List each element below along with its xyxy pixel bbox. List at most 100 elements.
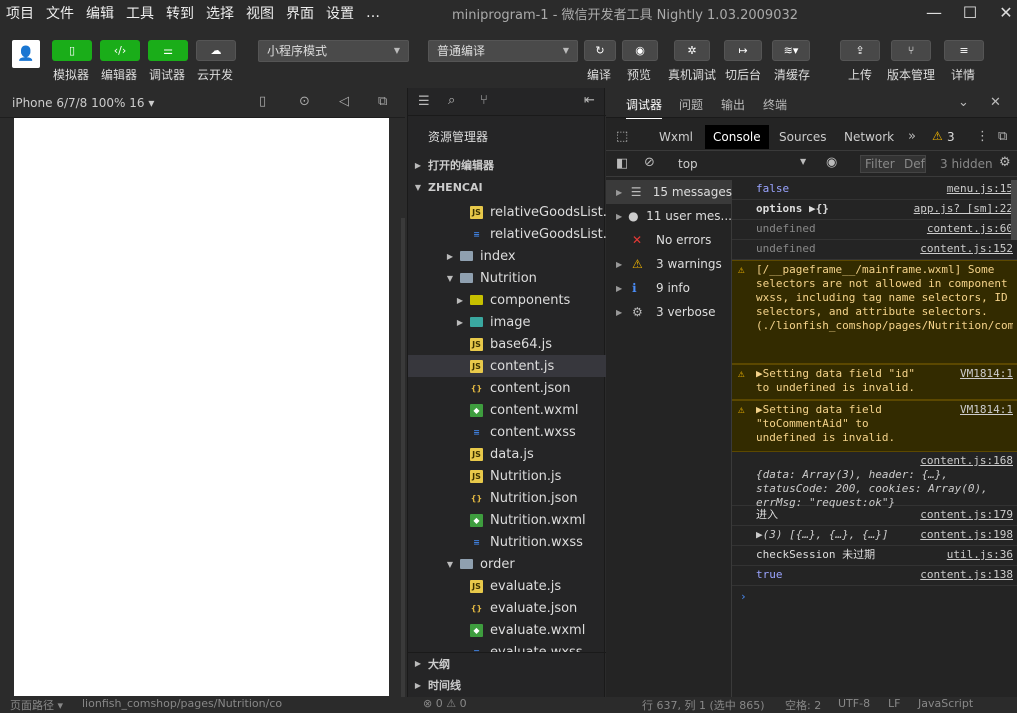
warning-count[interactable]: 3 xyxy=(947,130,955,144)
phone-icon[interactable]: ▯ xyxy=(259,94,266,109)
file-item[interactable]: {} Nutrition.json xyxy=(408,487,606,509)
tab-sources[interactable]: Sources xyxy=(771,125,834,149)
file-item[interactable]: ≡ content.wxss xyxy=(408,421,606,443)
folder-item[interactable]: ▶ index xyxy=(408,245,606,267)
close-window-icon[interactable]: ✕ xyxy=(991,2,1017,24)
source-link[interactable]: content.js:179 xyxy=(920,508,1013,522)
simulator-button[interactable]: ▯ xyxy=(52,40,92,61)
console-prompt[interactable]: › xyxy=(732,588,1017,606)
sidebar-toggle-icon[interactable]: ◧ xyxy=(616,156,628,171)
record-icon[interactable]: ⊙ xyxy=(299,94,310,109)
branch-icon[interactable]: ⑂ xyxy=(480,93,488,108)
source-link[interactable]: VM1814:1 xyxy=(960,367,1013,381)
avatar[interactable]: 👤 xyxy=(12,40,40,68)
source-link[interactable]: content.js:60 xyxy=(927,222,1013,236)
file-item[interactable]: ◆ content.wxml xyxy=(408,399,606,421)
compile-button[interactable]: ↻ xyxy=(584,40,616,61)
file-item[interactable]: ≡ Nutrition.wxss xyxy=(408,531,606,553)
mode-select[interactable]: 小程序模式 ▼ xyxy=(258,40,409,62)
level-select[interactable]: Def xyxy=(904,157,925,171)
tab-wxml[interactable]: Wxml xyxy=(651,125,701,149)
phone-screen[interactable] xyxy=(14,118,389,696)
search-icon[interactable]: ⌕ xyxy=(448,93,455,108)
console-message[interactable]: 进入 content.js:179 xyxy=(732,506,1017,526)
encoding[interactable]: UTF-8 xyxy=(838,697,870,710)
console-message[interactable]: undefined content.js:152 xyxy=(732,240,1017,260)
source-link[interactable]: content.js:168 xyxy=(920,454,1013,468)
console-message[interactable]: options ▶{} app.js? [sm]:22 xyxy=(732,200,1017,220)
file-item[interactable]: ◆ Nutrition.wxml xyxy=(408,509,606,531)
popout-icon[interactable]: ⧉ xyxy=(378,94,387,109)
console-message[interactable]: true content.js:138 xyxy=(732,566,1017,586)
editor-button[interactable]: ‹/› xyxy=(100,40,140,61)
device-select[interactable]: iPhone 6/7/8 100% 16 ▾ xyxy=(12,96,154,110)
more-tabs-icon[interactable]: » xyxy=(908,129,916,144)
collapse-icon[interactable]: ⇤ xyxy=(584,93,595,108)
menu-edit[interactable]: 编辑 xyxy=(80,3,120,23)
tab-terminal[interactable]: 终端 xyxy=(763,96,787,113)
eye-icon[interactable]: ◉ xyxy=(826,155,837,170)
details-button[interactable]: ≡ xyxy=(944,40,984,61)
chevron-down-icon[interactable]: ▼ xyxy=(800,157,806,166)
source-link[interactable]: VM1814:1 xyxy=(960,403,1013,417)
debugger-button[interactable]: ⚌ xyxy=(148,40,188,61)
source-link[interactable]: menu.js:15 xyxy=(947,182,1013,196)
project-section[interactable]: ▼ ZHENCAI xyxy=(408,176,606,198)
console-warning[interactable]: ⚠ [/__pageframe__/mainframe.wxml] Some se… xyxy=(732,260,1017,364)
inspect-icon[interactable]: ⬚ xyxy=(616,129,628,144)
menu-file[interactable]: 文件 xyxy=(40,3,80,23)
list-icon[interactable]: ☰ xyxy=(418,94,430,109)
menu-goto[interactable]: 转到 xyxy=(160,3,200,23)
tab-network[interactable]: Network xyxy=(836,125,902,149)
problems-count[interactable]: ⊗ 0 ⚠ 0 xyxy=(423,697,467,710)
open-editors-section[interactable]: ▶ 打开的编辑器 xyxy=(408,154,606,176)
source-link[interactable]: content.js:198 xyxy=(920,528,1013,542)
source-link[interactable]: content.js:138 xyxy=(920,568,1013,582)
tab-problems[interactable]: 问题 xyxy=(679,96,703,113)
menu-interface[interactable]: 界面 xyxy=(280,3,320,23)
file-item[interactable]: ◆ evaluate.wxml xyxy=(408,619,606,641)
menu-select[interactable]: 选择 xyxy=(200,3,240,23)
eol[interactable]: LF xyxy=(888,697,900,710)
folder-item[interactable]: ▶ components xyxy=(408,289,606,311)
dock-icon[interactable]: ⧉ xyxy=(998,129,1007,144)
file-item[interactable]: {} content.json xyxy=(408,377,606,399)
remote-debug-button[interactable]: ✲ xyxy=(674,40,710,61)
source-link[interactable]: app.js? [sm]:22 xyxy=(914,202,1013,216)
background-button[interactable]: ↦ xyxy=(724,40,762,61)
gear-icon[interactable]: ⚙ xyxy=(999,155,1011,170)
menu-project[interactable]: 项目 xyxy=(0,3,40,23)
file-item[interactable]: ≡ relativeGoodsList... xyxy=(408,223,606,245)
kebab-icon[interactable]: ⋮ xyxy=(976,129,989,144)
console-message[interactable]: false menu.js:15 xyxy=(732,180,1017,200)
sound-icon[interactable]: ◁ xyxy=(339,94,349,109)
close-icon[interactable]: ✕ xyxy=(990,95,1001,110)
console-warning[interactable]: ⚠ ▶Setting data field "id" to undefined i… xyxy=(732,364,1017,400)
cloud-button[interactable]: ☁ xyxy=(196,40,236,61)
folder-item[interactable]: ▶ image xyxy=(408,311,606,333)
tab-debugger[interactable]: 调试器 xyxy=(626,96,663,119)
upload-button[interactable]: ⇪ xyxy=(840,40,880,61)
outline-section[interactable]: ▶ 大纲 xyxy=(408,652,606,674)
clear-cache-button[interactable]: ≋▾ xyxy=(772,40,810,61)
context-select[interactable]: top xyxy=(678,157,698,171)
scrollbar[interactable] xyxy=(401,218,405,698)
file-item[interactable]: JS Nutrition.js xyxy=(408,465,606,487)
file-item[interactable]: JS data.js xyxy=(408,443,606,465)
file-item[interactable]: JS relativeGoodsList... xyxy=(408,201,606,223)
timeline-section[interactable]: ▶ 时间线 xyxy=(408,674,606,696)
console-message[interactable]: ▶(3) [{…}, {…}, {…}] content.js:198 xyxy=(732,526,1017,546)
folder-item[interactable]: ▼ Nutrition xyxy=(408,267,606,289)
folder-item[interactable]: ▼ order xyxy=(408,553,606,575)
menu-tools[interactable]: 工具 xyxy=(120,3,160,23)
clear-console-icon[interactable]: ⊘ xyxy=(644,155,655,170)
file-item[interactable]: {} evaluate.json xyxy=(408,597,606,619)
tab-output[interactable]: 输出 xyxy=(721,96,745,113)
menu-view[interactable]: 视图 xyxy=(240,3,280,23)
chevron-down-icon[interactable]: ⌄ xyxy=(958,95,969,110)
version-button[interactable]: ⑂ xyxy=(891,40,931,61)
console-message[interactable]: undefined content.js:60 xyxy=(732,220,1017,240)
preview-button[interactable]: ◉ xyxy=(622,40,658,61)
source-link[interactable]: util.js:36 xyxy=(947,548,1013,562)
menu-settings[interactable]: 设置 xyxy=(320,3,360,23)
